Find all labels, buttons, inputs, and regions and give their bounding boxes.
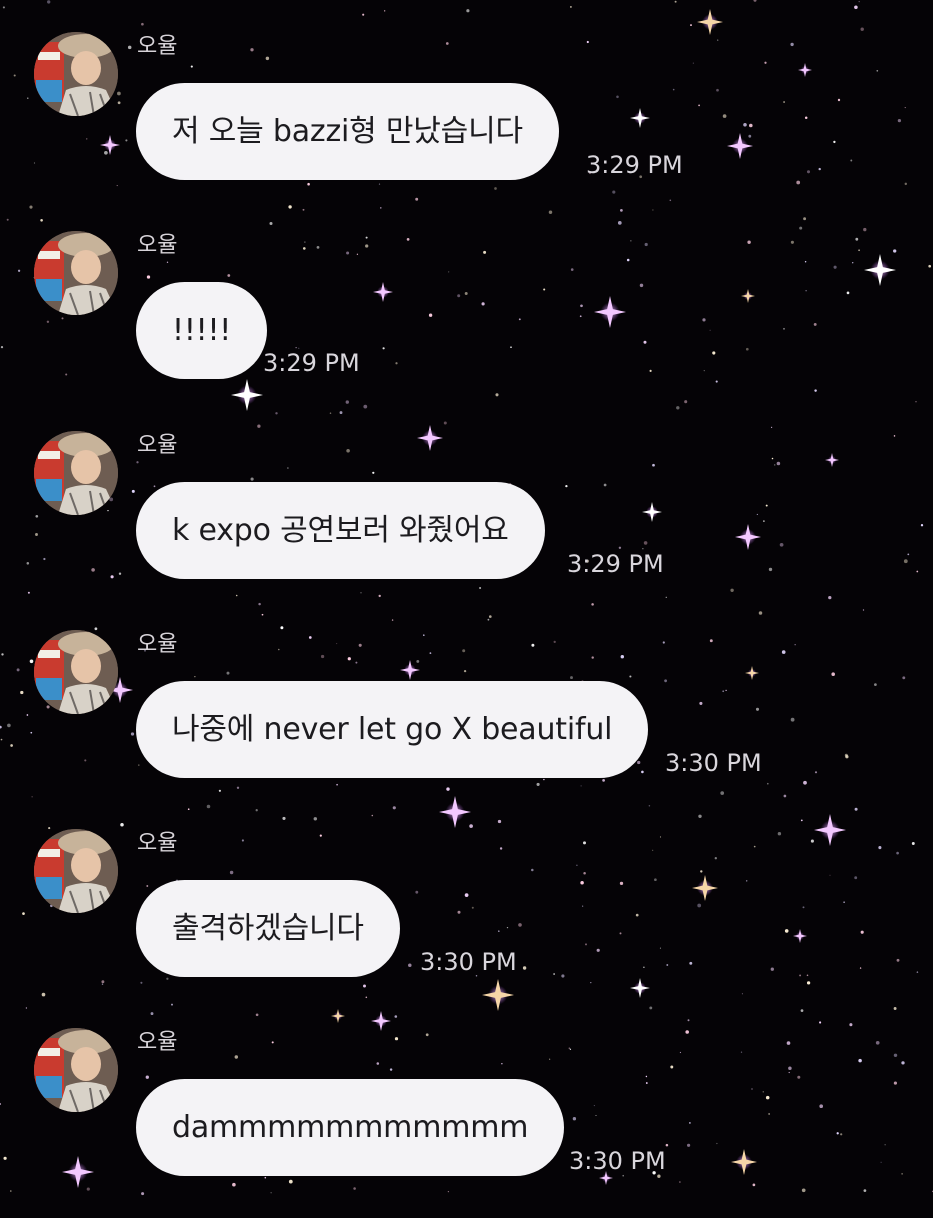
message-timestamp: 3:30 PM — [665, 749, 762, 777]
message-text: 저 오늘 bazzi형 만났습니다 — [172, 113, 523, 149]
message-row: 오율 출격하겠습니다 3:30 PM — [0, 829, 933, 1019]
message-bubble[interactable]: 출격하겠습니다 — [136, 880, 400, 977]
message-row: 오율 dammmmmmmmmmm 3:30 PM — [0, 1028, 933, 1218]
message-bubble[interactable]: dammmmmmmmmmm — [136, 1079, 565, 1176]
profile-photo-icon — [34, 630, 118, 714]
avatar[interactable] — [34, 1028, 118, 1112]
message-bubble[interactable]: 나중에 never let go X beautiful — [136, 681, 649, 778]
message-bubble[interactable]: k expo 공연보러 와줬어요 — [136, 482, 545, 579]
avatar[interactable] — [34, 829, 118, 913]
profile-photo-icon — [34, 231, 118, 315]
message-text: !!!!! — [172, 312, 232, 348]
sender-name: 오율 — [137, 632, 178, 657]
profile-photo-icon — [34, 32, 118, 116]
avatar[interactable] — [34, 431, 118, 515]
message-timestamp: 3:29 PM — [567, 550, 664, 578]
message-timestamp: 3:30 PM — [420, 948, 517, 976]
avatar[interactable] — [34, 32, 118, 116]
message-text: 출격하겠습니다 — [172, 910, 364, 946]
message-row: 오율 저 오늘 bazzi형 만났습니다 3:29 PM — [0, 32, 933, 222]
message-timestamp: 3:30 PM — [569, 1147, 666, 1175]
sender-name: 오율 — [137, 831, 178, 856]
message-text: k expo 공연보러 와줬어요 — [172, 512, 509, 548]
sender-name: 오율 — [137, 34, 178, 59]
sender-name: 오율 — [137, 233, 178, 258]
chat-thread: 오율 저 오늘 bazzi형 만났습니다 3:29 PM 오율 !!!!! 3:… — [0, 0, 933, 1199]
sender-name: 오율 — [137, 1030, 178, 1055]
message-text: 나중에 never let go X beautiful — [172, 711, 613, 747]
message-row: 오율 k expo 공연보러 와줬어요 3:29 PM — [0, 431, 933, 621]
message-text: dammmmmmmmmmm — [172, 1109, 529, 1145]
profile-photo-icon — [34, 1028, 118, 1112]
sender-name: 오율 — [137, 433, 178, 458]
profile-photo-icon — [34, 829, 118, 913]
message-row: 오율 !!!!! 3:29 PM — [0, 231, 933, 421]
message-timestamp: 3:29 PM — [263, 349, 360, 377]
message-bubble[interactable]: !!!!! — [136, 282, 268, 379]
message-bubble[interactable]: 저 오늘 bazzi형 만났습니다 — [136, 83, 559, 180]
message-timestamp: 3:29 PM — [586, 151, 683, 179]
message-row: 오율 나중에 never let go X beautiful 3:30 PM — [0, 630, 933, 820]
profile-photo-icon — [34, 431, 118, 515]
avatar[interactable] — [34, 231, 118, 315]
avatar[interactable] — [34, 630, 118, 714]
